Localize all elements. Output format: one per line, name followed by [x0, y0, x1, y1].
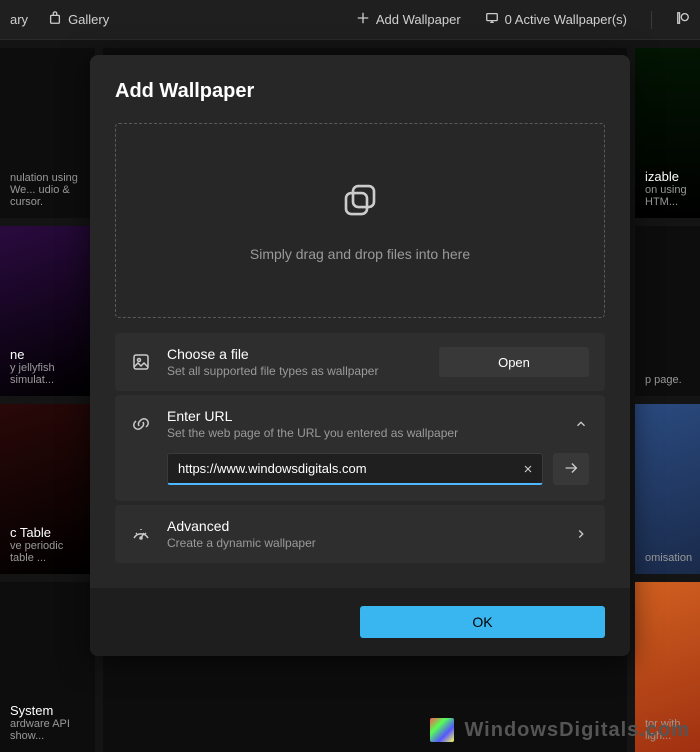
- toolbar-separator: [651, 11, 652, 29]
- tile[interactable]: c Tableve periodic table ...: [0, 404, 95, 574]
- tile[interactable]: izableon using HTM...: [635, 48, 700, 218]
- clear-icon[interactable]: [514, 455, 542, 483]
- url-input[interactable]: [168, 461, 514, 476]
- link-icon: [131, 414, 151, 434]
- file-dropzone[interactable]: Simply drag and drop files into here: [115, 123, 605, 318]
- tile[interactable]: omisation: [635, 404, 700, 574]
- tile[interactable]: p page.: [635, 226, 700, 396]
- monitor-icon: [485, 11, 499, 28]
- submit-url-button[interactable]: [553, 453, 589, 485]
- image-icon: [131, 352, 151, 372]
- active-wallpapers-button[interactable]: 0 Active Wallpaper(s): [485, 11, 627, 28]
- arrow-right-icon: [562, 459, 580, 480]
- patreon-icon: [676, 11, 690, 28]
- open-button[interactable]: Open: [439, 347, 589, 377]
- active-wallpapers-label: 0 Active Wallpaper(s): [505, 12, 627, 27]
- bag-icon: [48, 11, 62, 28]
- advanced-subtitle: Create a dynamic wallpaper: [167, 536, 557, 550]
- dropzone-text: Simply drag and drop files into here: [250, 246, 470, 262]
- tab-library[interactable]: ary: [10, 12, 28, 27]
- top-toolbar: ary Gallery Add Wallpaper 0 Active Wallp…: [0, 0, 700, 40]
- ok-button[interactable]: OK: [360, 606, 605, 638]
- add-wallpaper-label: Add Wallpaper: [376, 12, 461, 27]
- dialog-footer: OK: [90, 588, 630, 656]
- gallery-label: Gallery: [68, 12, 109, 27]
- choose-file-subtitle: Set all supported file types as wallpape…: [167, 364, 423, 378]
- tile[interactable]: ney jellyfish simulat...: [0, 226, 95, 396]
- patreon-button[interactable]: [676, 11, 690, 28]
- enter-url-header[interactable]: Enter URL Set the web page of the URL yo…: [115, 395, 605, 453]
- add-wallpaper-button[interactable]: Add Wallpaper: [356, 11, 461, 28]
- watermark: WindowsDigitals.com: [430, 718, 690, 742]
- advanced-section[interactable]: Advanced Create a dynamic wallpaper: [115, 505, 605, 563]
- plus-icon: [356, 11, 370, 28]
- chevron-right-icon: [573, 526, 589, 542]
- enter-url-section: Enter URL Set the web page of the URL yo…: [115, 395, 605, 501]
- dialog-title: Add Wallpaper: [115, 80, 605, 103]
- watermark-logo-icon: [430, 718, 454, 742]
- copy-icon: [339, 179, 381, 226]
- enter-url-title: Enter URL: [167, 408, 557, 424]
- chevron-up-icon: [573, 416, 589, 432]
- tile[interactable]: nulation using We... udio & cursor.: [0, 48, 95, 218]
- add-wallpaper-dialog: Add Wallpaper Simply drag and drop files…: [90, 55, 630, 656]
- choose-file-section: Choose a file Set all supported file typ…: [115, 333, 605, 391]
- library-label: ary: [10, 12, 28, 27]
- advanced-title: Advanced: [167, 518, 557, 534]
- url-input-wrap: [167, 453, 543, 485]
- watermark-text: WindowsDigitals.com: [464, 719, 690, 742]
- enter-url-subtitle: Set the web page of the URL you entered …: [167, 426, 557, 440]
- choose-file-title: Choose a file: [167, 346, 423, 362]
- tab-gallery[interactable]: Gallery: [48, 11, 109, 28]
- gauge-icon: [131, 524, 151, 544]
- tile[interactable]: Systemardware API show...: [0, 582, 95, 752]
